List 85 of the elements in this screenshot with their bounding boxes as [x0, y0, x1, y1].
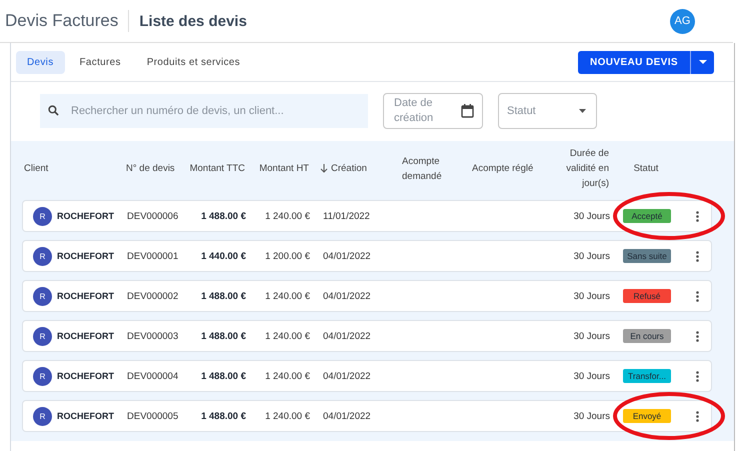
amount-ht: 1 240.00 € [264, 410, 311, 422]
tab[interactable]: Factures [68, 50, 132, 74]
dropdown-button[interactable] [690, 50, 714, 74]
status-badge: En cours [623, 329, 671, 343]
client-name: ROCHEFORT [57, 291, 114, 301]
status-badge: Sans suite [623, 249, 671, 263]
caret-icon [579, 109, 586, 113]
client-avatar: R [33, 406, 52, 426]
client-name: ROCHEFORT [57, 251, 114, 261]
more-options-icon[interactable] [694, 328, 700, 344]
quote-row[interactable]: R ROCHEFORT DEV000002 1 488.00 € 1 240.00 € 04/01/2022 30 Jours Refusé [22, 280, 712, 312]
quote-row[interactable]: R ROCHEFORT DEV000003 1 488.00 € 1 240.00 € 04/01/2022 30 Jours En cours [22, 320, 712, 352]
status-badge: Refusé [623, 289, 671, 303]
quote-number: DEV000001 [126, 250, 180, 262]
column-header[interactable]: N° de devis [124, 161, 185, 176]
search-icon [48, 105, 59, 116]
quote-number: DEV000003 [126, 330, 180, 342]
quote-number: DEV000002 [126, 290, 180, 302]
quote-row[interactable]: R ROCHEFORT DEV000001 1 440.00 € 1 200.00 € 04/01/2022 30 Jours Sans suite [22, 240, 712, 272]
validity-duration: 30 Jours [572, 410, 611, 422]
caret-icon [698, 60, 706, 64]
calendar-icon [461, 104, 474, 118]
column-header[interactable]: Acompte réglé [470, 161, 540, 176]
status-badge: Transfor... [623, 369, 671, 383]
column-header[interactable]: Création [331, 161, 367, 176]
amount-ht: 1 240.00 € [264, 290, 311, 302]
client-name: ROCHEFORT [57, 211, 114, 221]
validity-duration: 30 Jours [572, 370, 611, 382]
amount-ttc: 1 488.00 € [200, 210, 247, 222]
creation-date: 04/01/2022 [322, 410, 372, 422]
tab[interactable]: Devis [16, 50, 65, 74]
client-name: ROCHEFORT [57, 331, 114, 341]
amount-ttc: 1 488.00 € [200, 290, 247, 302]
quote-number: DEV000004 [126, 370, 180, 382]
column-header[interactable]: Statut [612, 161, 680, 176]
status-badge: Envoyé [623, 409, 671, 423]
client-name: ROCHEFORT [57, 411, 114, 421]
column-header[interactable]: Montant TTC [185, 161, 248, 176]
creation-date: 11/01/2022 [322, 210, 371, 222]
quote-row[interactable]: R ROCHEFORT DEV000006 1 488.00 € 1 240.00 € 11/01/2022 30 Jours Accepté [22, 200, 712, 232]
client-name: ROCHEFORT [57, 371, 114, 381]
more-options-icon[interactable] [694, 408, 700, 424]
status-placeholder: Statut [507, 105, 536, 117]
amount-ht: 1 240.00 € [264, 370, 311, 382]
client-avatar: R [33, 286, 52, 306]
creation-date: 04/01/2022 [322, 250, 372, 262]
user-avatar[interactable]: AG [670, 8, 695, 34]
more-options-icon[interactable] [694, 248, 700, 264]
validity-duration: 30 Jours [572, 290, 611, 302]
page-title: Liste des devis [139, 12, 247, 30]
column-header[interactable]: Acompte demandé [400, 154, 470, 184]
tab[interactable]: Produits et services [136, 50, 252, 74]
amount-ht: 1 200.00 € [264, 250, 311, 262]
amount-ht: 1 240.00 € [264, 330, 311, 342]
quote-row[interactable]: R ROCHEFORT DEV000004 1 488.00 € 1 240.00 € 04/01/2022 30 Jours Transfor... [22, 360, 712, 392]
quote-number: DEV000006 [126, 210, 180, 222]
validity-duration: 30 Jours [572, 250, 611, 262]
quote-row[interactable]: R ROCHEFORT DEV000005 1 488.00 € 1 240.00 € 04/01/2022 30 Jours Envoyé [22, 400, 712, 432]
client-avatar: R [33, 246, 52, 266]
amount-ttc: 1 440.00 € [200, 250, 247, 262]
column-header[interactable]: Montant HT [248, 161, 312, 176]
amount-ttc: 1 488.00 € [200, 410, 247, 422]
new-quote-button[interactable]: NOUVEAU DEVIS [578, 50, 690, 74]
more-options-icon[interactable] [694, 208, 700, 224]
validity-duration: 30 Jours [572, 210, 611, 222]
status-badge: Accepté [623, 209, 671, 223]
amount-ttc: 1 488.00 € [200, 330, 247, 342]
creation-date: 04/01/2022 [322, 290, 372, 302]
amount-ht: 1 240.00 € [264, 210, 311, 222]
column-header[interactable]: Client [22, 161, 124, 176]
more-options-icon[interactable] [694, 368, 700, 384]
date-placeholder: Date de création [394, 96, 434, 126]
validity-duration: 30 Jours [572, 330, 611, 342]
client-avatar: R [33, 366, 52, 386]
amount-ttc: 1 488.00 € [200, 370, 247, 382]
creation-date: 04/01/2022 [322, 370, 372, 382]
search-field[interactable]: Rechercher un numéro de devis, un client... [40, 94, 368, 128]
column-header[interactable]: Durée de validité en jour(s) [540, 146, 612, 191]
creation-date: 04/01/2022 [322, 330, 372, 342]
client-avatar: R [33, 206, 52, 226]
sort-arrow-icon[interactable] [320, 164, 328, 173]
client-avatar: R [33, 326, 52, 346]
more-options-icon[interactable] [694, 288, 700, 304]
app-title: Devis Factures [5, 11, 118, 31]
quote-number: DEV000005 [126, 410, 180, 422]
